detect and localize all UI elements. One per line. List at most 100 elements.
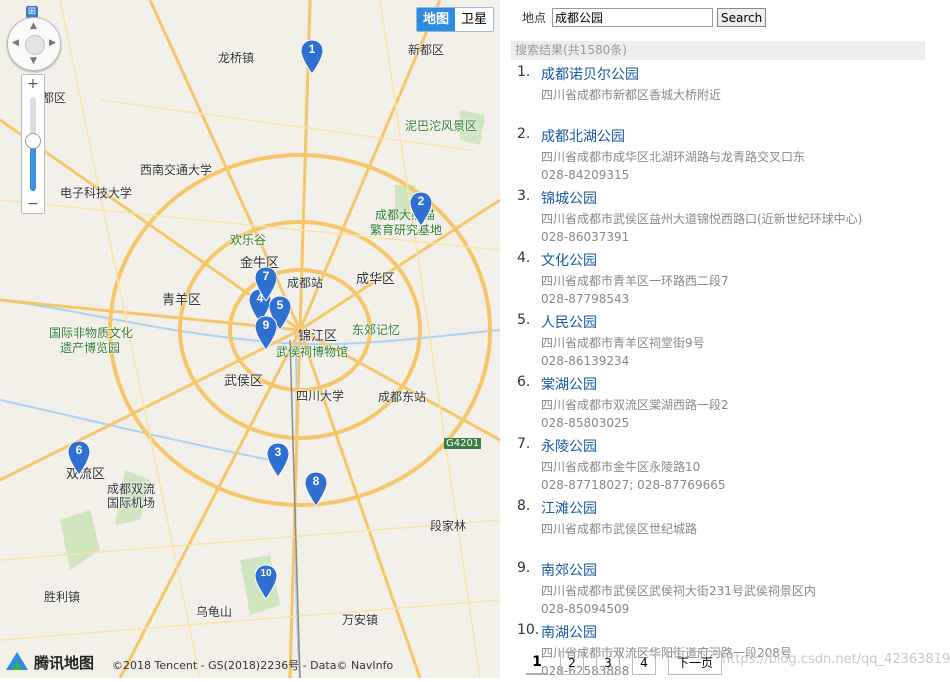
result-address: 四川省成都市金牛区永陵路10 [541,460,701,474]
pin-number: 1 [308,42,316,56]
page-1-button[interactable]: 1 [526,651,548,675]
pan-up-icon[interactable]: ▲ [30,21,37,31]
map-pin[interactable]: 7 [254,266,278,302]
results-summary: 搜索结果(共1580条) [511,41,925,60]
pan-down-icon[interactable]: ▼ [30,56,37,66]
next-page-button[interactable]: 下一页 [668,651,723,675]
map-label: 武侯区 [224,374,264,389]
map-label: 新都区 [408,43,445,57]
map-label: 欢乐谷 [230,233,267,247]
result-index: 8. [517,498,531,514]
result-item[interactable]: 3. 锦城公园 四川省成都市武侯区益州大道锦悦西路口(近新世纪环球中心) 028-86… [500,186,940,248]
page-4-button[interactable]: 4 [632,651,656,675]
zoom-slider-handle[interactable] [25,133,41,149]
result-name[interactable]: 锦城公园 [541,188,597,208]
result-name[interactable]: 成都诺贝尔公园 [541,64,639,84]
result-item[interactable]: 9. 南郊公园四川省成都市武侯区武侯祠大街231号武侯祠景区内 028-850945… [500,558,940,620]
map-label: 龙桥镇 [218,51,255,65]
result-address: 四川省成都市双流区棠湖西路一段2 [541,398,729,412]
map-pin[interactable]: 10 [254,564,278,600]
result-name[interactable]: 江滩公园 [541,498,597,518]
result-address: 四川省成都市武侯区武侯祠大街231号武侯祠景区内 [541,584,816,598]
page-2-button[interactable]: 2 [560,651,584,675]
map-type-satellite-button[interactable]: 卫星 [455,8,493,31]
pan-control[interactable]: ▲ ▼ ◀ ▶ [7,17,61,71]
result-name[interactable]: 南湖公园 [541,622,597,642]
result-address: 四川省成都市武侯区世纪城路 [541,522,698,536]
result-phone: 028-86037391 [541,230,630,244]
tencent-map-logo: 腾讯地图 [4,650,94,674]
map-label: 成都东站 [378,390,427,404]
pin-number: 7 [262,269,270,283]
page-3-button[interactable]: 3 [596,651,620,675]
result-item[interactable]: 5. 人民公园 四川省成都市青羊区祠堂街9号 028-86139234 [500,310,940,372]
map-pin[interactable]: 1 [300,39,324,75]
map-label: 遗产博览园 [60,341,121,355]
result-phone: 028-87718027; 028-87769665 [541,478,726,492]
result-address: 四川省成都市青羊区一环路西二段7 [541,274,729,288]
map-pin[interactable]: 8 [304,471,328,507]
map-label: 武侯祠博物馆 [276,345,349,359]
pagination: 1 2 3 4 下一页 [526,651,734,675]
map-label: 胜利镇 [44,590,81,604]
result-index: 4. [517,250,531,266]
result-item[interactable]: 2. 成都北湖公园 四川省成都市成华区北湖环湖路与龙青路交叉口东 028-842093… [500,124,940,186]
map-type-map-button[interactable]: 地图 [417,8,456,31]
result-address: 四川省成都市新都区香城大桥附近 [541,88,722,102]
pan-left-icon[interactable]: ◀ [12,38,19,48]
result-address: 四川省成都市青羊区祠堂街9号 [541,336,705,350]
map-type-switch: 地图 卫星 [416,7,495,32]
map-canvas[interactable]: 龙桥镇 新都区 郫都区 泥巴沱风景区 西南交通大学 电子科技大学 成都大熊猫 繁… [0,0,500,678]
map-label: 泥巴沱风景区 [405,119,478,133]
map-label: 西南交通大学 [140,163,213,177]
result-index: 5. [517,312,531,328]
highway-shield: G4201 [444,438,482,449]
map-label: 乌龟山 [196,605,233,619]
result-address: 四川省成都市武侯区益州大道锦悦西路口(近新世纪环球中心) [541,212,863,226]
pan-center [25,35,45,55]
result-item[interactable]: 7. 永陵公园四川省成都市金牛区永陵路10 028-87718027; 028-87… [500,434,940,496]
result-phone: 028-84209315 [541,168,630,182]
map-label: 四川大学 [296,389,345,403]
pin-number: 10 [260,568,272,579]
result-phone: 028-85094509 [541,602,630,616]
map-label: 万安镇 [342,613,379,627]
result-name[interactable]: 文化公园 [541,250,597,270]
pin-number: 9 [262,318,270,332]
result-name[interactable]: 永陵公园 [541,436,597,456]
result-name[interactable]: 棠湖公园 [541,374,597,394]
zoom-in-button[interactable]: + [22,75,44,93]
result-index: 10. [517,622,540,638]
result-index: 9. [517,560,531,576]
result-index: 7. [517,436,531,452]
search-label: 地点 [522,11,547,25]
map-label: 成华区 [356,272,396,287]
result-address: 四川省成都市成华区北湖环湖路与龙青路交叉口东 [541,150,806,164]
pin-number: 2 [417,194,425,208]
map-pin[interactable]: 6 [67,440,91,476]
search-button[interactable]: Search [717,8,767,27]
map-label: 国际机场 [107,496,156,510]
result-item[interactable]: 1. 成都诺贝尔公园四川省成都市新都区香城大桥附近 [500,62,940,124]
result-item[interactable]: 4. 文化公园四川省成都市青羊区一环路西二段7 028-87798543 [500,248,940,310]
map-label: 电子科技大学 [60,186,133,200]
search-input[interactable] [552,8,714,27]
result-name[interactable]: 人民公园 [541,312,597,332]
result-index: 1. [517,64,531,80]
pin-number: 6 [75,443,83,457]
map-pin[interactable]: 9 [254,315,278,351]
map-label: 青羊区 [162,293,202,308]
result-name[interactable]: 南郊公园 [541,560,597,580]
map-copyright: ©2018 Tencent - GS(2018)2236号 - Data© Na… [112,659,394,672]
zoom-out-button[interactable]: − [22,195,44,213]
result-name[interactable]: 成都北湖公园 [541,126,625,146]
map-pin[interactable]: 2 [409,191,433,227]
pan-right-icon[interactable]: ▶ [49,38,56,48]
result-index: 6. [517,374,531,390]
map-label: 段家林 [430,519,467,533]
result-phone: 028-87798543 [541,292,630,306]
map-pin[interactable]: 3 [266,442,290,478]
result-item[interactable]: 8. 江滩公园四川省成都市武侯区世纪城路 [500,496,940,558]
result-item[interactable]: 6. 棠湖公园 四川省成都市双流区棠湖西路一段2 028-85803025 [500,372,940,434]
watermark: https://blog.csdn.net/qq_42363819 [722,652,950,667]
